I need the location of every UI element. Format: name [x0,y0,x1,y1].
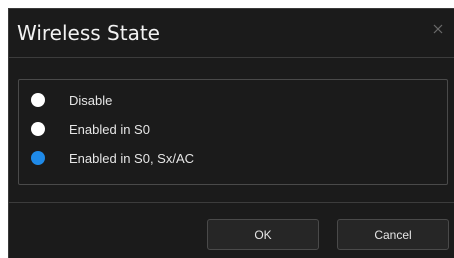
option-enabled-s0-sx-ac[interactable]: Enabled in S0, Sx/AC [31,147,194,169]
title-bar: Wireless State [9,9,454,58]
radio-enabled-s0[interactable] [31,122,45,136]
option-enabled-s0[interactable]: Enabled in S0 [31,118,150,140]
footer-divider [9,202,454,203]
option-disable[interactable]: Disable [31,89,112,111]
dialog-title: Wireless State [17,21,160,45]
option-label: Enabled in S0 [69,121,150,137]
wireless-options-group: Disable Enabled in S0 Enabled in S0, Sx/… [18,79,448,185]
cancel-button[interactable]: Cancel [337,219,449,250]
wireless-state-dialog: Wireless State Disable Enabled in S0 Ena… [8,8,454,258]
radio-enabled-s0-sx-ac[interactable] [31,151,45,165]
option-label: Enabled in S0, Sx/AC [69,150,195,166]
ok-button[interactable]: OK [207,219,319,250]
close-icon[interactable] [431,22,445,36]
option-label: Disable [69,92,113,108]
radio-disable[interactable] [31,93,45,107]
